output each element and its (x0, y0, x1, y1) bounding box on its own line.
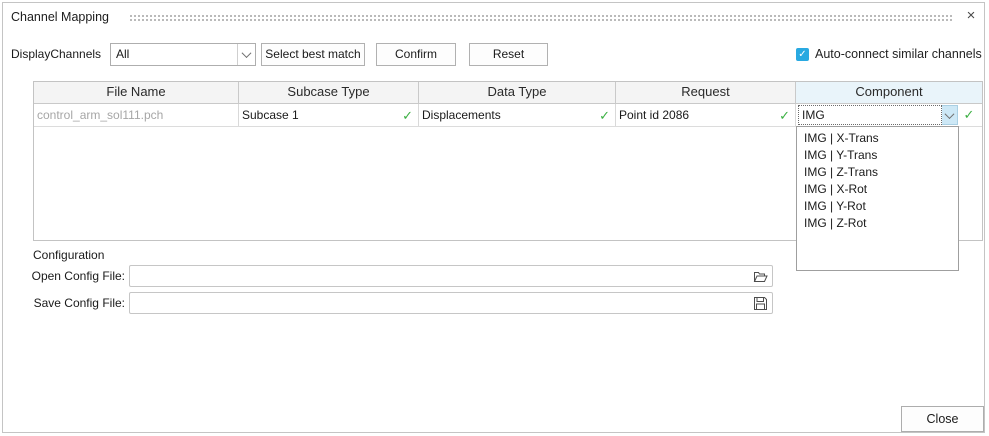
confirm-button[interactable]: Confirm (376, 43, 456, 66)
data-type-text: Displacements (422, 105, 501, 126)
column-header-data-type[interactable]: Data Type (419, 82, 616, 103)
column-header-component[interactable]: Component (796, 82, 982, 103)
reset-button[interactable]: Reset (469, 43, 548, 66)
cell-component: IMG ✓ (796, 104, 982, 126)
component-dropdown-list: IMG | X-Trans IMG | Y-Trans IMG | Z-Tran… (796, 126, 959, 271)
dropdown-option[interactable]: IMG | X-Trans (797, 130, 958, 147)
open-config-file-field (129, 265, 773, 287)
display-channels-label: DisplayChannels (11, 43, 101, 66)
channel-mapping-dialog: Channel Mapping × DisplayChannels All Se… (2, 2, 985, 433)
save-config-file-label: Save Config File: (3, 292, 125, 314)
dialog-title: Channel Mapping (11, 7, 109, 27)
table-header-row: File Name Subcase Type Data Type Request… (34, 82, 982, 104)
drag-handle-dots[interactable] (129, 14, 953, 21)
dropdown-option[interactable]: IMG | Z-Trans (797, 164, 958, 181)
open-folder-icon[interactable] (753, 269, 768, 284)
column-header-subcase-type[interactable]: Subcase Type (239, 82, 419, 103)
dropdown-option[interactable]: IMG | X-Rot (797, 181, 958, 198)
column-header-request[interactable]: Request (616, 82, 796, 103)
auto-connect-label: Auto-connect similar channels (815, 44, 982, 65)
chevron-down-icon[interactable] (237, 44, 255, 65)
check-icon: ✓ (599, 105, 612, 126)
open-config-file-input[interactable] (132, 267, 751, 287)
select-best-match-button[interactable]: Select best match (261, 43, 365, 66)
request-text: Point id 2086 (619, 105, 689, 126)
close-button[interactable]: Close (901, 406, 984, 432)
save-disk-icon[interactable] (753, 296, 768, 311)
chevron-down-icon[interactable] (942, 105, 958, 125)
display-channels-value: All (111, 44, 237, 65)
column-header-file-name[interactable]: File Name (34, 82, 239, 103)
component-combobox[interactable]: IMG (798, 105, 958, 125)
auto-connect-checkbox[interactable]: ✓ (796, 48, 809, 61)
table-row: control_arm_sol111.pch Subcase 1 ✓ Displ… (34, 104, 982, 127)
cell-subcase-type[interactable]: Subcase 1 ✓ (239, 104, 419, 126)
component-combobox-input[interactable]: IMG (798, 105, 942, 125)
display-channels-select[interactable]: All (110, 43, 256, 66)
save-config-file-field (129, 292, 773, 314)
cell-file-name[interactable]: control_arm_sol111.pch (34, 104, 239, 126)
dropdown-option[interactable]: IMG | Y-Trans (797, 147, 958, 164)
check-icon: ✓ (402, 105, 415, 126)
save-config-file-input[interactable] (132, 294, 751, 314)
open-config-file-label: Open Config File: (3, 265, 125, 287)
check-icon: ✓ (779, 105, 792, 126)
dropdown-option[interactable]: IMG | Y-Rot (797, 198, 958, 215)
cell-data-type[interactable]: Displacements ✓ (419, 104, 616, 126)
cell-request[interactable]: Point id 2086 ✓ (616, 104, 796, 126)
dropdown-option[interactable]: IMG | Z-Rot (797, 215, 958, 232)
close-icon[interactable]: × (961, 6, 981, 26)
configuration-section-label: Configuration (33, 248, 104, 263)
check-icon: ✓ (958, 105, 980, 125)
file-name-text: control_arm_sol111.pch (37, 105, 163, 126)
subcase-type-text: Subcase 1 (242, 105, 299, 126)
